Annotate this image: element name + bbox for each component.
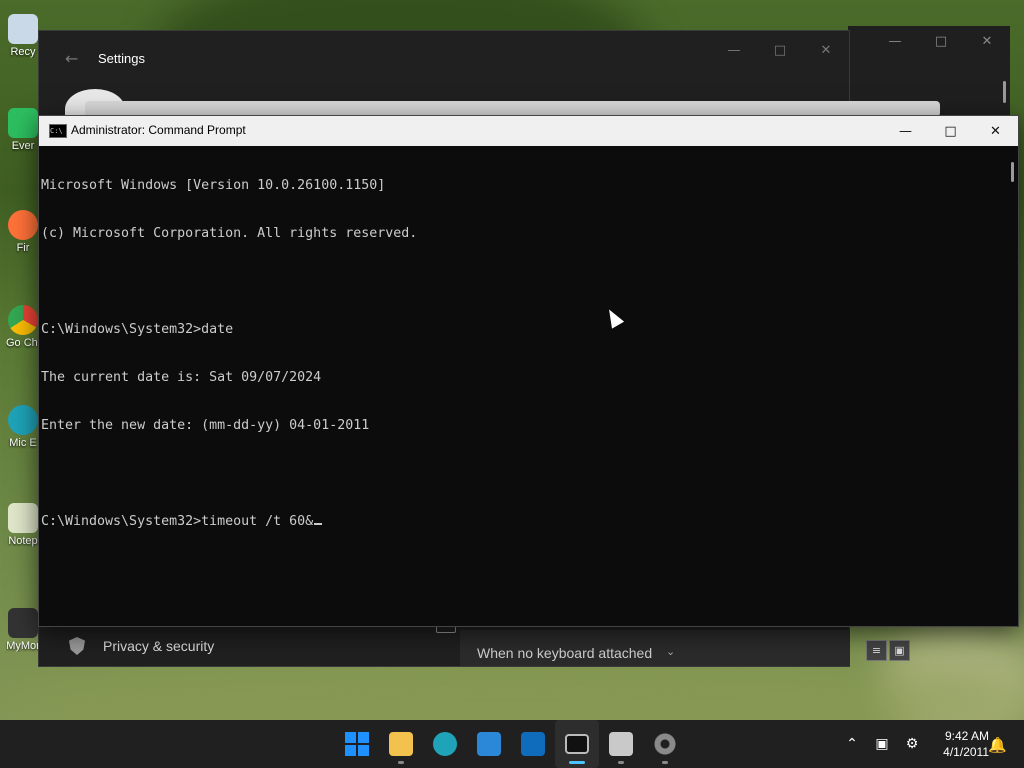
close-icon[interactable]: ✕ [803,35,849,65]
console-line: Microsoft Windows [Version 10.0.26100.11… [41,178,386,193]
edge-icon [433,732,457,756]
taskbar-settings[interactable] [643,720,687,768]
scrollbar[interactable] [1003,81,1006,103]
minimize-icon[interactable]: — [711,35,757,65]
window-controls: — □ ✕ [872,26,1010,56]
desktop-icon-label: Mic E [9,437,37,449]
close-icon[interactable]: ✕ [964,26,1010,56]
taskbar: ⌃ ▣ ⚙ 9:42 AM 4/1/2011 [0,720,1024,768]
volume-muted-icon[interactable]: ⚙ [900,736,924,752]
windows-logo-icon [345,732,369,756]
list-view-icon[interactable]: ≡ [866,640,887,661]
close-icon[interactable]: ✕ [973,116,1018,146]
outlook-icon [521,732,545,756]
start-button[interactable] [335,720,379,768]
chrome-icon [8,305,38,335]
terminal-icon [565,734,589,754]
window-title: Administrator: Command Prompt [71,123,246,137]
running-indicator [618,761,624,764]
desktop-icon-recycle-bin[interactable]: Recy [6,14,40,58]
maximize-icon[interactable]: □ [928,116,973,146]
desktop-icon-label: MyMor [6,640,40,652]
desktop-icon-label: Go Chr [6,337,40,349]
notification-bell-icon[interactable]: 🔔 [988,736,1007,754]
console-output[interactable]: Microsoft Windows [Version 10.0.26100.11… [41,146,1000,626]
tile-view-icon[interactable]: ▣ [889,640,910,661]
console-input-text[interactable]: C:\Windows\System32>timeout /t 60& [41,514,313,529]
minimize-icon[interactable]: — [872,26,918,56]
back-arrow-icon[interactable]: ← [65,49,78,68]
desktop-icon-evernote[interactable]: Ever [6,108,40,152]
firefox-icon [8,210,38,240]
console-line: (c) Microsoft Corporation. All rights re… [41,226,418,241]
cmd-titlebar[interactable]: C:\ Administrator: Command Prompt — □ ✕ [39,116,1018,146]
desktop-icon-chrome[interactable]: Go Chr [6,305,40,349]
console-line: C:\Windows\System32>date [41,322,234,337]
taskbar-store[interactable] [467,720,511,768]
console-line: Enter the new date: (mm-dd-yy) 04-01-201… [41,418,370,433]
sidebar-item-label: Privacy & security [103,638,215,654]
recycle-bin-icon [8,14,38,44]
active-indicator [569,761,585,764]
dropdown-value: When no keyboard attached [477,645,653,661]
desktop-icon-label: Notep [8,535,38,547]
clock-time: 9:42 AM [944,729,989,743]
chevron-up-icon[interactable]: ⌃ [840,736,864,752]
desktop-icon-label: Ever [11,140,35,152]
text-cursor [314,523,323,525]
window-title: Settings [98,51,145,66]
folder-icon [389,732,413,756]
taskbar-clock[interactable]: 9:42 AM 4/1/2011 [925,728,989,760]
console-input-line[interactable]: C:\Windows\System32>timeout /t 60& [41,514,1000,530]
desktop-icon-notepad[interactable]: Notep [6,503,40,547]
desktop-icon-mymoney[interactable]: MyMor [6,608,40,652]
taskbar-terminal[interactable] [555,720,599,768]
taskbar-file-explorer[interactable] [379,720,423,768]
taskbar-apps [335,720,687,768]
sidebar-item-privacy-security[interactable]: Privacy & security [69,637,214,655]
shield-icon [69,637,85,655]
evernote-icon [8,108,38,138]
installer-icon [609,732,633,756]
view-toggle: ≡ ▣ [866,640,910,661]
system-tray: ⌃ ▣ ⚙ [840,720,930,768]
clock-date: 4/1/2011 [943,745,989,759]
gear-icon [653,732,677,756]
taskbar-installer[interactable] [599,720,643,768]
desktop-icon-edge[interactable]: Mic E [6,405,40,449]
desktop-icon-firefox[interactable]: Fir [6,210,40,254]
running-indicator [398,761,404,764]
desktop-icon-label: Recy [10,46,36,58]
console-line: The current date is: Sat 09/07/2024 [41,370,322,385]
window-controls: — □ ✕ [711,35,849,65]
notepad-icon [8,503,38,533]
cmd-icon: C:\ [49,124,67,138]
network-icon[interactable]: ▣ [870,736,894,752]
taskbar-outlook[interactable] [511,720,555,768]
window-controls: — □ ✕ [883,116,1018,146]
maximize-icon[interactable]: □ [757,35,803,65]
store-icon [477,732,501,756]
settings-titlebar: ← Settings — □ ✕ [39,31,849,87]
scrollbar[interactable] [1011,162,1014,182]
keyboard-option-dropdown[interactable]: When no keyboard attached ⌄ [460,630,850,666]
mymoney-icon [8,608,38,638]
edge-icon [8,405,38,435]
maximize-icon[interactable]: □ [918,26,964,56]
taskbar-edge[interactable] [423,720,467,768]
minimize-icon[interactable]: — [883,116,928,146]
command-prompt-window[interactable]: C:\ Administrator: Command Prompt — □ ✕ … [38,115,1019,627]
running-indicator [662,761,668,764]
desktop-icon-label: Fir [16,242,30,254]
chevron-down-icon: ⌄ [666,645,676,658]
